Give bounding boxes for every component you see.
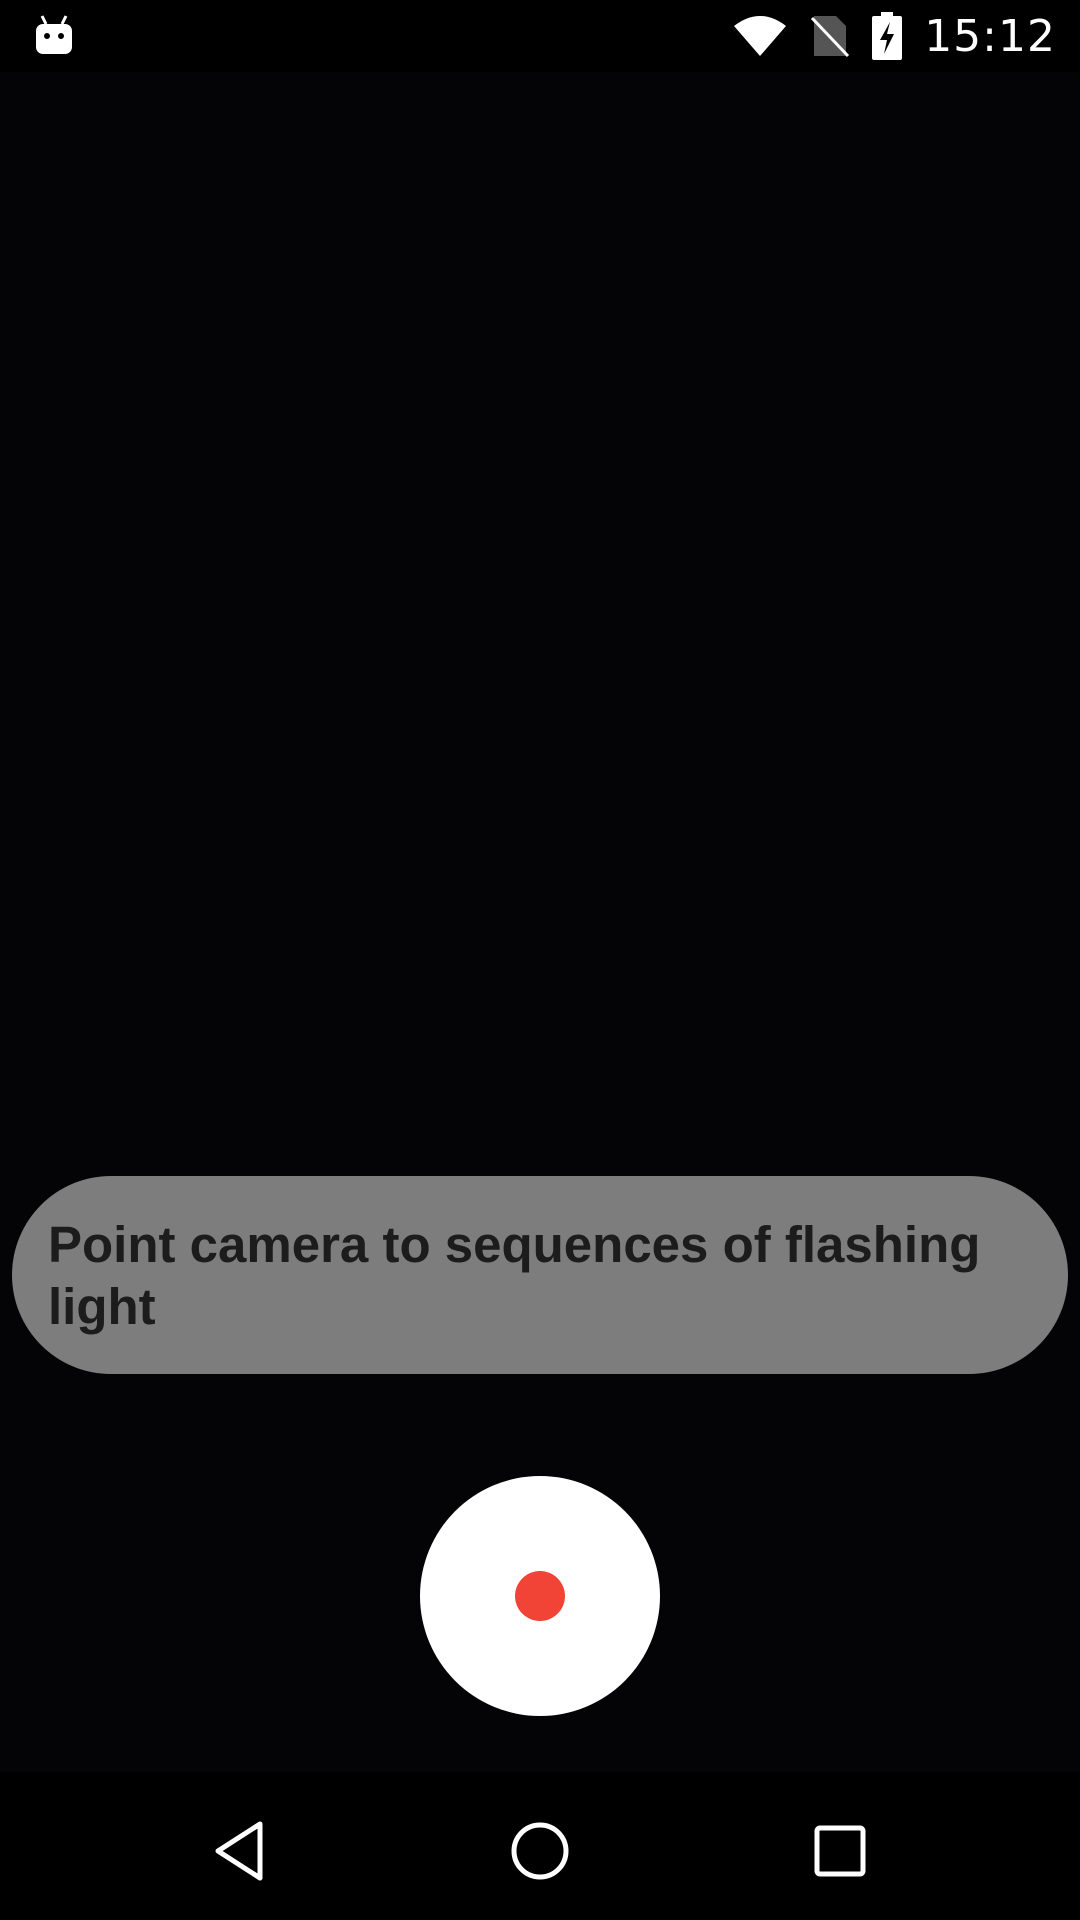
no-sim-icon xyxy=(810,14,850,58)
android-notification-icon xyxy=(34,12,74,56)
battery-charging-icon xyxy=(872,12,903,60)
back-icon[interactable] xyxy=(196,1806,286,1896)
record-icon xyxy=(515,1571,565,1621)
home-icon[interactable] xyxy=(495,1806,585,1896)
instruction-banner: Point camera to sequences of flashing li… xyxy=(12,1176,1068,1374)
recents-icon[interactable] xyxy=(795,1806,885,1896)
status-bar: 15:12 xyxy=(0,0,1080,72)
wifi-icon xyxy=(732,14,788,58)
status-icons: 15:12 xyxy=(732,8,1056,64)
record-button[interactable] xyxy=(420,1476,660,1716)
status-time: 15:12 xyxy=(924,10,1056,62)
instruction-text: Point camera to sequences of flashing li… xyxy=(48,1216,981,1335)
navigation-bar xyxy=(0,1776,1080,1920)
